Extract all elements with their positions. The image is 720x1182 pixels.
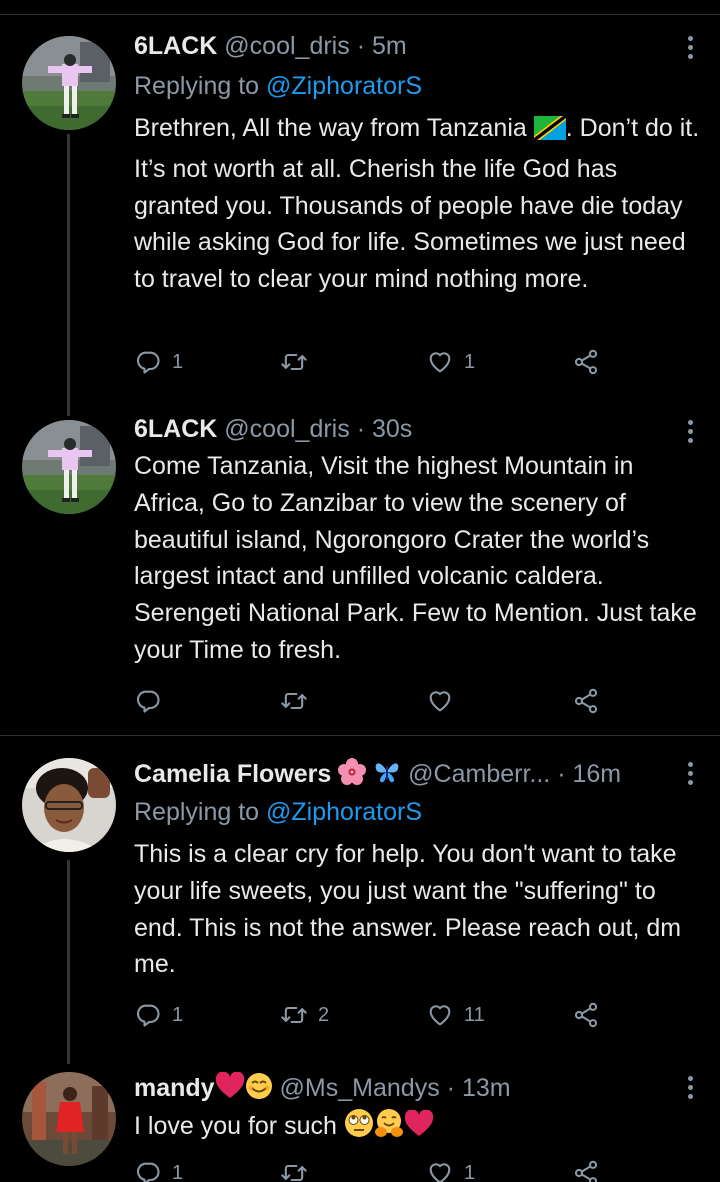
share-button[interactable] <box>572 686 600 716</box>
display-name[interactable]: mandy <box>134 1074 215 1102</box>
share-button[interactable] <box>572 347 600 377</box>
reply-icon <box>136 690 160 713</box>
avatar[interactable] <box>22 420 116 514</box>
tweet-header: mandy @Ms_Mandys · 13m <box>134 1071 680 1108</box>
timestamp[interactable]: 5m <box>372 32 407 60</box>
replying-to: Replying to @ZiphoratorS <box>134 796 422 828</box>
timestamp[interactable]: 13m <box>462 1074 511 1102</box>
butterfly-emoji <box>373 758 401 794</box>
red-heart-emoji <box>215 1071 245 1108</box>
retweet-icon <box>281 353 307 371</box>
handle[interactable]: @cool_dris <box>224 415 349 443</box>
tweet[interactable]: 6LACK @cool_dris · 5m Replying to @Zipho… <box>0 0 720 400</box>
tweet-text: I love you for such <box>134 1108 704 1149</box>
retweet-button[interactable] <box>280 347 318 377</box>
reply-icon <box>136 1004 160 1027</box>
timestamp[interactable]: 30s <box>372 415 412 443</box>
like-count: 1 <box>464 1161 476 1182</box>
hibiscus-emoji <box>338 758 367 794</box>
reply-count: 1 <box>172 350 184 373</box>
separator-dot: · <box>356 415 366 443</box>
display-name[interactable]: 6LACK <box>134 415 217 443</box>
reply-button[interactable] <box>134 686 172 716</box>
reply-count: 1 <box>172 1161 184 1182</box>
like-button[interactable]: 11 <box>426 1000 485 1030</box>
retweet-icon <box>281 692 307 710</box>
separator-dot: · <box>446 1074 455 1102</box>
retweet-icon <box>281 1164 307 1182</box>
more-icon[interactable] <box>688 1076 694 1103</box>
separator-dot: · <box>557 760 566 788</box>
reply-icon <box>136 1162 160 1182</box>
like-button[interactable]: 1 <box>426 1158 475 1182</box>
timestamp[interactable]: 16m <box>572 760 621 788</box>
retweet-button[interactable] <box>280 1158 318 1182</box>
replying-label: Replying to <box>134 798 260 826</box>
share-icon <box>574 349 598 375</box>
share-icon <box>574 688 598 714</box>
more-icon[interactable] <box>688 420 694 447</box>
more-icon[interactable] <box>688 36 694 63</box>
tweet[interactable]: Camelia Flowers @Camberr... · 16m Replyi… <box>0 736 720 1054</box>
like-button[interactable]: 1 <box>426 347 475 377</box>
retweet-count: 2 <box>318 1003 330 1026</box>
reply-button[interactable]: 1 <box>134 1158 183 1182</box>
like-count: 1 <box>464 350 476 373</box>
like-button[interactable] <box>426 686 464 716</box>
tweet-text-part: Brethren, All the way from Tanzania <box>134 114 527 142</box>
share-icon <box>574 1002 598 1028</box>
heart-icon <box>429 1005 451 1026</box>
handle[interactable]: @Camberr... <box>408 760 550 788</box>
display-name[interactable]: Camelia Flowers <box>134 760 331 788</box>
heart-icon <box>429 691 451 712</box>
tweet-actions: 1 1 <box>134 347 614 377</box>
tweet[interactable]: 6LACK @cool_dris · 30s Come Tanzania, Vi… <box>0 400 720 735</box>
tweet-actions <box>134 686 614 716</box>
mention-link[interactable]: @ZiphoratorS <box>266 798 422 826</box>
tweet-text: This is a clear cry for help. You don't … <box>134 840 682 979</box>
reply-button[interactable]: 1 <box>134 347 183 377</box>
share-button[interactable] <box>572 1000 600 1030</box>
replying-to: Replying to @ZiphoratorS <box>134 70 422 102</box>
replying-label: Replying to <box>134 72 260 100</box>
tweet-actions: 1 2 11 <box>134 1000 614 1030</box>
handle[interactable]: @Ms_Mandys <box>280 1074 440 1102</box>
tweet-header: 6LACK @cool_dris · 30s <box>134 413 680 445</box>
handle[interactable]: @cool_dris <box>224 32 349 60</box>
red-heart-emoji <box>404 1109 434 1149</box>
like-count: 11 <box>464 1003 485 1026</box>
avatar[interactable] <box>22 36 116 130</box>
share-icon <box>574 1160 598 1182</box>
tweet-header: 6LACK @cool_dris · 5m <box>134 30 680 62</box>
heart-icon <box>429 1163 451 1182</box>
display-name[interactable]: 6LACK <box>134 32 217 60</box>
retweet-icon <box>281 1006 307 1024</box>
rolling-eyes-emoji <box>344 1108 374 1149</box>
more-icon[interactable] <box>688 762 694 789</box>
tweet-header: Camelia Flowers @Camberr... · 16m <box>134 758 680 794</box>
tweet-text: Brethren, All the way from Tanzania . Do… <box>134 110 704 298</box>
heart-icon <box>429 352 451 373</box>
retweet-button[interactable]: 2 <box>280 1000 329 1030</box>
avatar[interactable] <box>22 758 116 852</box>
tanzania-flag-emoji <box>533 114 566 151</box>
reply-icon <box>136 351 160 374</box>
tweet-text-part: I love you for such <box>134 1112 337 1140</box>
tweet-actions: 1 1 <box>134 1158 614 1182</box>
hugging-face-emoji <box>374 1108 404 1149</box>
retweet-button[interactable] <box>280 686 318 716</box>
tweet-text: Come Tanzania, Visit the highest Mountai… <box>134 452 697 664</box>
reply-count: 1 <box>172 1003 184 1026</box>
mention-link[interactable]: @ZiphoratorS <box>266 72 422 100</box>
tweet[interactable]: mandy @Ms_Mandys · 13m I love you for su… <box>0 1054 720 1182</box>
reply-button[interactable]: 1 <box>134 1000 183 1030</box>
separator-dot: · <box>356 32 366 60</box>
share-button[interactable] <box>572 1158 600 1182</box>
smiling-face-emoji <box>245 1072 273 1108</box>
avatar[interactable] <box>22 1072 116 1166</box>
